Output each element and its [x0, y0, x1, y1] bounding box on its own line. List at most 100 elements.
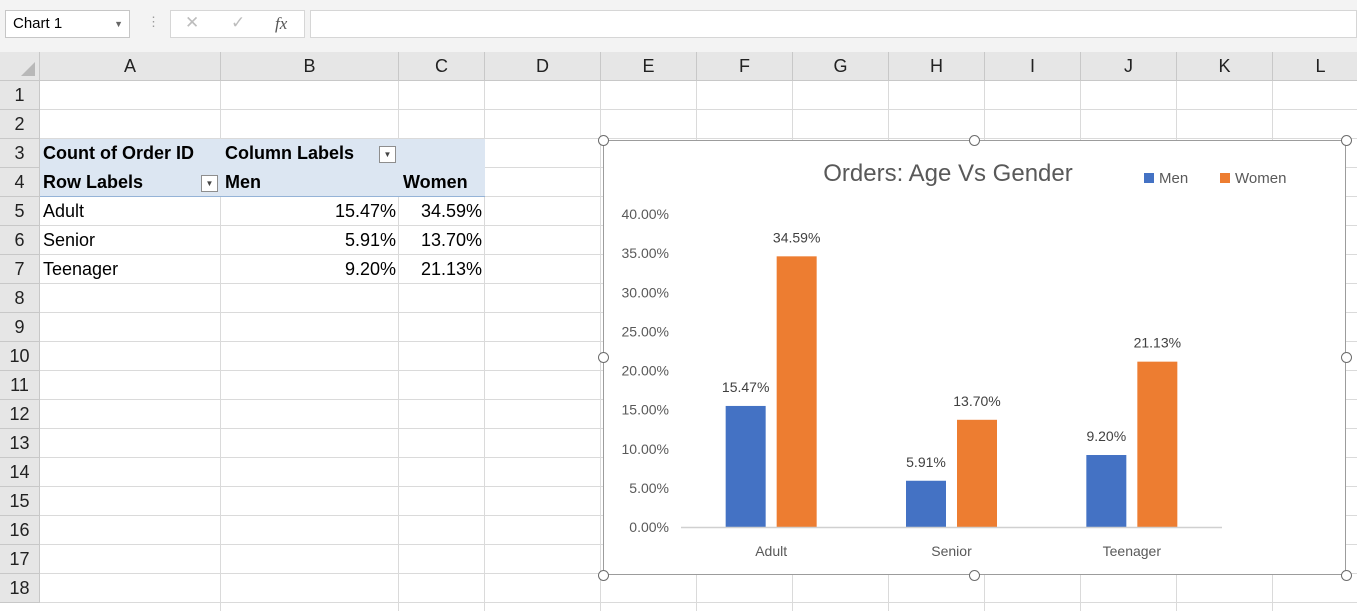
- more-icon: ⋮: [147, 14, 160, 29]
- plot-area[interactable]: 15.47% 34.59% 5.91% 13.70% 9.20% 21.13%: [722, 229, 1181, 527]
- row-header-2[interactable]: 2: [0, 110, 40, 139]
- pivot-row-label[interactable]: Senior: [43, 226, 95, 255]
- grid-line: [600, 81, 601, 611]
- resize-handle-s[interactable]: [969, 570, 980, 581]
- row-header-11[interactable]: 11: [0, 371, 40, 400]
- row-header-3[interactable]: 3: [0, 139, 40, 168]
- row-header-8[interactable]: 8: [0, 284, 40, 313]
- grid-line: [40, 602, 1357, 603]
- resize-handle-w[interactable]: [598, 352, 609, 363]
- row-header-6[interactable]: 6: [0, 226, 40, 255]
- pivot-values-header[interactable]: Count of Order ID: [43, 139, 194, 168]
- column-header-h[interactable]: H: [889, 52, 985, 81]
- chart-legend[interactable]: Men Women: [1144, 170, 1286, 187]
- bar-women-teenager[interactable]: [1137, 361, 1178, 527]
- column-header-e[interactable]: E: [601, 52, 697, 81]
- column-header-c[interactable]: C: [399, 52, 485, 81]
- y-tick-label: 30.00%: [622, 284, 669, 300]
- data-label[interactable]: 21.13%: [1134, 335, 1181, 351]
- y-tick-label: 5.00%: [629, 480, 669, 496]
- column-header-j[interactable]: J: [1081, 52, 1177, 81]
- chart-title[interactable]: Orders: Age Vs Gender: [823, 160, 1072, 187]
- data-label[interactable]: 5.91%: [906, 454, 946, 470]
- legend-label-women[interactable]: Women: [1235, 170, 1286, 187]
- y-tick-label: 20.00%: [622, 363, 669, 379]
- legend-label-men[interactable]: Men: [1159, 170, 1188, 187]
- resize-handle-e[interactable]: [1341, 352, 1352, 363]
- x-tick-label: Senior: [931, 543, 972, 559]
- pivot-cell-women[interactable]: 21.13%: [421, 255, 482, 284]
- row-header-18[interactable]: 18: [0, 574, 40, 603]
- column-header-f[interactable]: F: [697, 52, 793, 81]
- row-header-4[interactable]: 4: [0, 168, 40, 197]
- data-label[interactable]: 15.47%: [722, 379, 769, 395]
- row-header-7[interactable]: 7: [0, 255, 40, 284]
- data-label[interactable]: 9.20%: [1086, 428, 1126, 444]
- pivot-cell-men[interactable]: 9.20%: [345, 255, 396, 284]
- pivot-column-labels[interactable]: Column Labels: [225, 139, 354, 168]
- bar-women-adult[interactable]: [776, 256, 817, 527]
- formula-input[interactable]: [310, 10, 1357, 38]
- bar-men-teenager[interactable]: [1086, 455, 1127, 527]
- row-header-12[interactable]: 12: [0, 400, 40, 429]
- column-header-i[interactable]: I: [985, 52, 1081, 81]
- column-header-l[interactable]: L: [1273, 52, 1357, 81]
- enter-icon[interactable]: ✓: [231, 13, 245, 33]
- pivot-cell-men[interactable]: 15.47%: [335, 197, 396, 226]
- resize-handle-nw[interactable]: [598, 135, 609, 146]
- bar-men-adult[interactable]: [725, 405, 766, 527]
- column-header-k[interactable]: K: [1177, 52, 1273, 81]
- pivot-cell-women[interactable]: 34.59%: [421, 197, 482, 226]
- y-tick-label: 40.00%: [622, 206, 669, 222]
- insert-function-icon[interactable]: fx: [275, 14, 287, 34]
- row-header-10[interactable]: 10: [0, 342, 40, 371]
- select-all-icon: [21, 62, 35, 76]
- column-header-g[interactable]: G: [793, 52, 889, 81]
- row-header-17[interactable]: 17: [0, 545, 40, 574]
- bar-women-senior[interactable]: [957, 419, 997, 527]
- resize-handle-se[interactable]: [1341, 570, 1352, 581]
- row-header-1[interactable]: 1: [0, 81, 40, 110]
- chart-object[interactable]: Orders: Age Vs Gender Men Women 0.00% 5.00…: [603, 140, 1346, 575]
- row-header-16[interactable]: 16: [0, 516, 40, 545]
- column-labels-filter-button[interactable]: ▼: [379, 146, 396, 163]
- row-header-15[interactable]: 15: [0, 487, 40, 516]
- pivot-col-women[interactable]: Women: [403, 168, 468, 197]
- select-all-corner[interactable]: [0, 52, 40, 81]
- resize-handle-n[interactable]: [969, 135, 980, 146]
- pivot-cell-women[interactable]: 13.70%: [421, 226, 482, 255]
- pivot-row-labels[interactable]: Row Labels: [43, 168, 143, 197]
- pivot-row-label[interactable]: Adult: [43, 197, 84, 226]
- chevron-down-icon[interactable]: ▼: [114, 11, 123, 37]
- column-header-d[interactable]: D: [485, 52, 601, 81]
- name-box[interactable]: Chart 1 ▼: [5, 10, 130, 38]
- pivot-row-label[interactable]: Teenager: [43, 255, 118, 284]
- pivot-col-men[interactable]: Men: [225, 168, 261, 197]
- pivot-cell-men[interactable]: 5.91%: [345, 226, 396, 255]
- resize-handle-sw[interactable]: [598, 570, 609, 581]
- row-header-13[interactable]: 13: [0, 429, 40, 458]
- y-tick-label: 10.00%: [622, 441, 669, 457]
- y-axis[interactable]: 0.00% 5.00% 10.00% 15.00% 20.00% 25.00% 30.00%…: [622, 206, 669, 535]
- data-label[interactable]: 13.70%: [953, 393, 1000, 409]
- row-header-5[interactable]: 5: [0, 197, 40, 226]
- y-tick-label: 15.00%: [622, 402, 669, 418]
- column-header-b[interactable]: B: [221, 52, 399, 81]
- x-tick-label: Teenager: [1103, 543, 1162, 559]
- column-header-a[interactable]: A: [40, 52, 221, 81]
- y-tick-label: 35.00%: [622, 245, 669, 261]
- legend-swatch-men: [1144, 173, 1154, 183]
- resize-handle-ne[interactable]: [1341, 135, 1352, 146]
- legend-swatch-women: [1220, 173, 1230, 183]
- x-axis[interactable]: Adult Senior Teenager: [681, 526, 1222, 560]
- y-tick-label: 0.00%: [629, 519, 669, 535]
- chart-svg: Orders: Age Vs Gender Men Women 0.00% 5.00…: [622, 160, 1287, 560]
- data-label[interactable]: 34.59%: [773, 229, 820, 245]
- row-labels-filter-button[interactable]: ▼: [201, 175, 218, 192]
- row-header-14[interactable]: 14: [0, 458, 40, 487]
- cancel-icon[interactable]: ✕: [185, 13, 199, 33]
- x-tick-label: Adult: [755, 543, 787, 559]
- row-header-9[interactable]: 9: [0, 313, 40, 342]
- bar-men-senior[interactable]: [906, 480, 946, 527]
- formula-bar: Chart 1 ▼ ⋮ ✕ ✓ fx: [0, 0, 1357, 52]
